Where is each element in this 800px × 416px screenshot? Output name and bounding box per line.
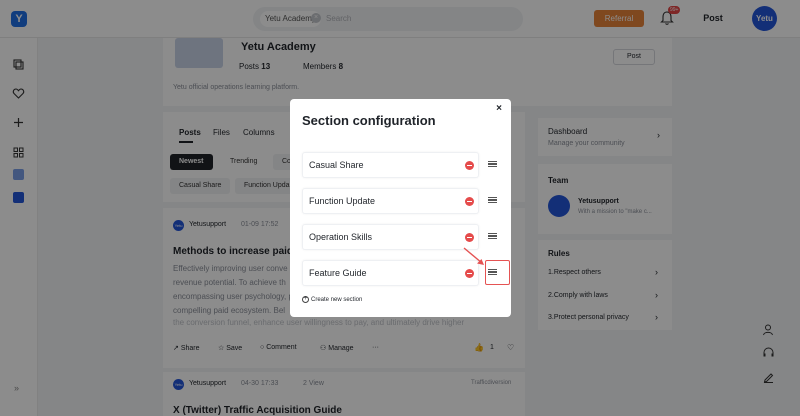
section-label: Operation Skills <box>309 232 373 242</box>
section-label: Casual Share <box>309 160 364 170</box>
remove-section-icon[interactable] <box>465 197 474 206</box>
create-section-label: Create new section <box>311 297 363 304</box>
section-row-function-update[interactable]: Function Update <box>302 188 479 214</box>
section-row-feature-guide[interactable]: Feature Guide <box>302 260 479 286</box>
modal-title: Section configuration <box>302 113 436 128</box>
section-row-casual-share[interactable]: Casual Share <box>302 152 479 178</box>
drag-handle-icon[interactable] <box>487 195 498 205</box>
drag-handle-icon[interactable] <box>487 159 498 169</box>
annotation-arrow-icon <box>463 247 484 265</box>
section-row-operation-skills[interactable]: Operation Skills <box>302 224 479 250</box>
remove-section-icon[interactable] <box>465 233 474 242</box>
section-config-modal: × Section configuration Casual Share Fun… <box>290 99 511 317</box>
plus-circle-icon: + <box>302 296 309 303</box>
section-label: Feature Guide <box>309 268 367 278</box>
close-icon[interactable]: × <box>493 103 505 115</box>
create-section-button[interactable]: + Create new section <box>302 296 362 303</box>
drag-handle-icon[interactable] <box>487 231 498 241</box>
remove-section-icon[interactable] <box>465 161 474 170</box>
section-label: Function Update <box>309 196 376 206</box>
